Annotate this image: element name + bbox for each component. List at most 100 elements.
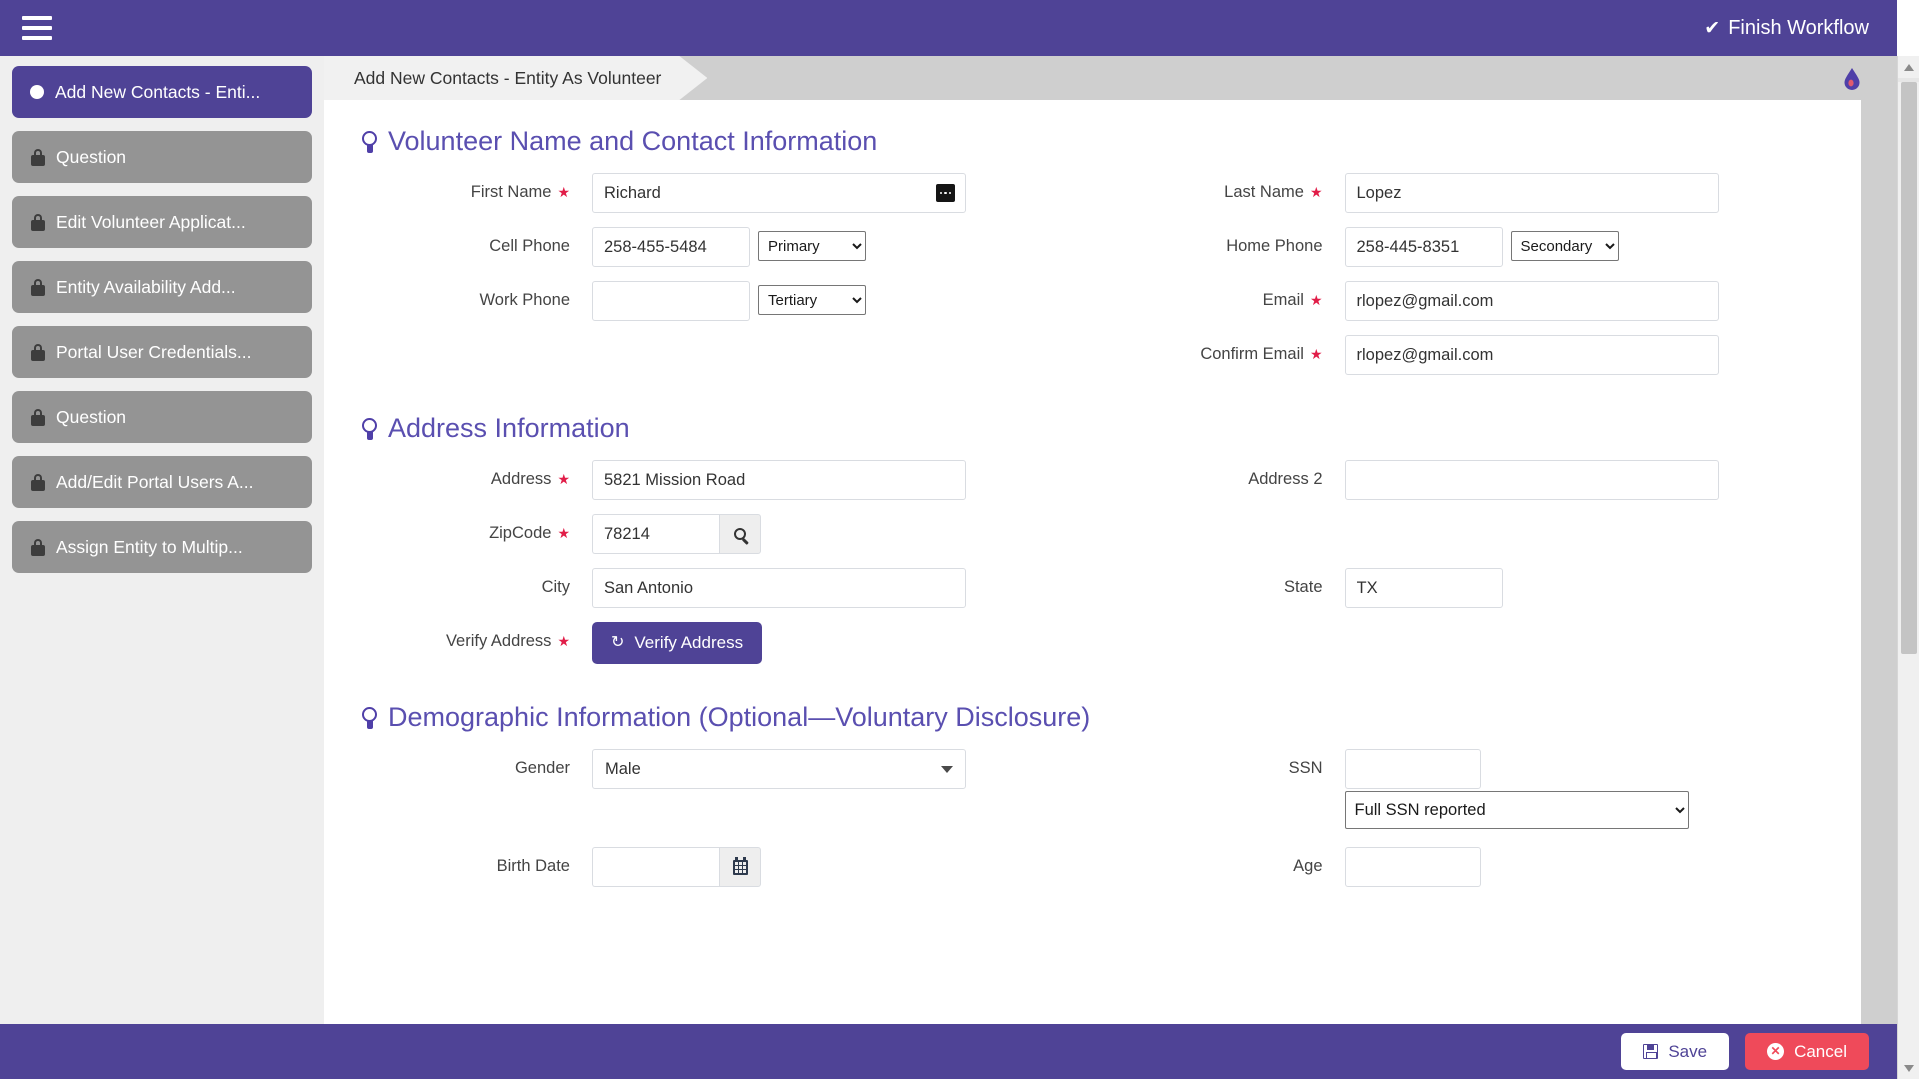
birth-date-input[interactable] xyxy=(592,847,720,887)
triangle-down-icon xyxy=(1904,1065,1914,1072)
field-confirm-email: Confirm Email★ xyxy=(1093,335,1862,375)
work-phone-type-select[interactable]: Tertiary xyxy=(758,285,866,315)
finish-workflow-button[interactable]: ✔ Finish Workflow xyxy=(1704,17,1869,40)
lightbulb-icon xyxy=(362,131,377,153)
save-button-label: Save xyxy=(1668,1042,1707,1062)
page-scrollbar[interactable] xyxy=(1897,56,1919,1079)
home-phone-type-select[interactable]: Secondary xyxy=(1511,231,1619,261)
field-address: Address★ xyxy=(324,460,1093,500)
field-email: Email★ xyxy=(1093,281,1862,321)
home-phone-input[interactable] xyxy=(1345,227,1503,267)
hamburger-line xyxy=(22,16,52,20)
save-button[interactable]: Save xyxy=(1621,1033,1729,1070)
required-marker: ★ xyxy=(557,184,570,200)
zipcode-search-button[interactable] xyxy=(719,514,761,554)
gender-select[interactable]: Male xyxy=(592,749,966,789)
ssn-input[interactable] xyxy=(1345,749,1481,789)
first-name-input[interactable] xyxy=(592,173,966,213)
cell-phone-input[interactable] xyxy=(592,227,750,267)
email-input[interactable] xyxy=(1345,281,1719,321)
ssn-mode-select[interactable]: Full SSN reported xyxy=(1345,791,1689,829)
lock-icon xyxy=(30,539,45,556)
age-input[interactable] xyxy=(1345,847,1481,887)
field-home-phone: Home Phone Secondary xyxy=(1093,227,1862,267)
confirm-email-input[interactable] xyxy=(1345,335,1719,375)
birth-date-label: Birth Date xyxy=(324,847,570,876)
sidebar-item-question-1[interactable]: Question xyxy=(12,131,312,183)
breadcrumb[interactable]: Add New Contacts - Entity As Volunteer xyxy=(324,56,707,100)
sidebar-item-assign-entity-to-multiple[interactable]: Assign Entity to Multip... xyxy=(12,521,312,573)
sidebar-item-edit-volunteer-application[interactable]: Edit Volunteer Applicat... xyxy=(12,196,312,248)
sidebar-item-portal-user-credentials[interactable]: Portal User Credentials... xyxy=(12,326,312,378)
sidebar-item-label: Question xyxy=(56,407,126,428)
cancel-button[interactable]: ✕ Cancel xyxy=(1745,1033,1869,1070)
lightbulb-icon xyxy=(362,707,377,729)
scrollbar-thumb[interactable] xyxy=(1901,82,1917,654)
city-input[interactable] xyxy=(592,568,966,608)
sidebar-item-label: Portal User Credentials... xyxy=(56,342,252,363)
section-header-address: Address Information xyxy=(362,413,1861,444)
form-row: Address★ Address 2 xyxy=(324,460,1861,500)
chevron-down-icon xyxy=(941,766,953,773)
sidebar-item-label: Edit Volunteer Applicat... xyxy=(56,212,246,233)
email-label: Email★ xyxy=(1093,281,1323,310)
ellipsis-icon[interactable] xyxy=(936,184,955,202)
form-row: Confirm Email★ xyxy=(324,335,1861,375)
field-city: City xyxy=(324,568,1093,608)
cell-phone-type-select[interactable]: Primary xyxy=(758,231,866,261)
form-row: Cell Phone Primary Home Phone Secondary xyxy=(324,227,1861,267)
field-age: Age xyxy=(1093,847,1862,887)
state-input[interactable] xyxy=(1345,568,1503,608)
address2-input[interactable] xyxy=(1345,460,1719,500)
sidebar-item-label: Question xyxy=(56,147,126,168)
field-address2: Address 2 xyxy=(1093,460,1862,500)
check-icon: ✔ xyxy=(1704,17,1720,40)
home-phone-label: Home Phone xyxy=(1093,227,1323,256)
work-phone-label: Work Phone xyxy=(324,281,570,310)
field-spacer xyxy=(1093,622,1862,664)
work-phone-input[interactable] xyxy=(592,281,750,321)
birth-date-calendar-button[interactable] xyxy=(719,847,761,887)
required-marker: ★ xyxy=(557,633,570,649)
form-row: Verify Address★ ↻ Verify Address xyxy=(324,622,1861,664)
field-cell-phone: Cell Phone Primary xyxy=(324,227,1093,267)
zipcode-label: ZipCode★ xyxy=(324,514,570,543)
top-bar: ✔ Finish Workflow xyxy=(0,0,1897,56)
field-state: State xyxy=(1093,568,1862,608)
sidebar-item-add-new-contacts[interactable]: Add New Contacts - Enti... xyxy=(12,66,312,118)
verify-address-button[interactable]: ↻ Verify Address xyxy=(592,622,762,664)
address-label: Address★ xyxy=(324,460,570,489)
scroll-down-arrow[interactable] xyxy=(1898,1057,1919,1079)
required-marker: ★ xyxy=(557,471,570,487)
floppy-disk-icon xyxy=(1643,1044,1658,1059)
verify-address-label: Verify Address★ xyxy=(324,622,570,651)
lock-icon xyxy=(30,409,45,426)
address-input[interactable] xyxy=(592,460,966,500)
hamburger-menu-icon[interactable] xyxy=(22,16,52,40)
sidebar-item-label: Entity Availability Add... xyxy=(56,277,236,298)
field-spacer xyxy=(324,335,1093,375)
sync-icon: ↻ xyxy=(611,635,624,651)
gender-selected-value: Male xyxy=(605,760,641,779)
confirm-email-label: Confirm Email★ xyxy=(1093,335,1323,364)
form-row: Gender Male SSN Full SSN reported xyxy=(324,749,1861,829)
section-header-demographic: Demographic Information (Optional—Volunt… xyxy=(362,702,1861,733)
verify-address-button-label: Verify Address xyxy=(634,633,743,653)
sidebar-item-entity-availability[interactable]: Entity Availability Add... xyxy=(12,261,312,313)
sidebar-item-add-edit-portal-users[interactable]: Add/Edit Portal Users A... xyxy=(12,456,312,508)
required-marker: ★ xyxy=(557,525,570,541)
page-body: Add New Contacts - Enti... Question Edit… xyxy=(0,56,1897,1024)
last-name-input[interactable] xyxy=(1345,173,1719,213)
zipcode-input[interactable] xyxy=(592,514,720,554)
sidebar-item-label: Add New Contacts - Enti... xyxy=(55,82,260,103)
lock-icon xyxy=(30,344,45,361)
first-name-label: First Name★ xyxy=(324,173,570,202)
footer-left-strip xyxy=(0,1024,324,1079)
sidebar-item-question-2[interactable]: Question xyxy=(12,391,312,443)
lock-icon xyxy=(30,474,45,491)
search-icon xyxy=(734,528,746,540)
water-drop-icon[interactable] xyxy=(1841,67,1863,91)
field-birth-date: Birth Date xyxy=(324,847,1093,887)
scroll-up-arrow[interactable] xyxy=(1898,56,1919,78)
sidebar-item-label: Assign Entity to Multip... xyxy=(56,537,243,558)
